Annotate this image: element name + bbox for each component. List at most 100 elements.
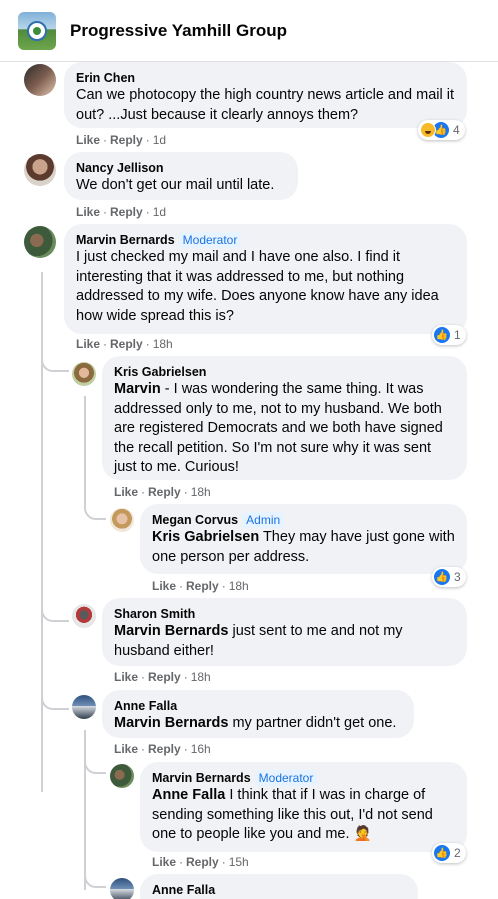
like-button[interactable]: Like <box>76 133 100 147</box>
comment-text: Marvin Bernards just sent to me and not … <box>114 622 455 661</box>
mention-link[interactable]: Kris Gabrielsen <box>152 529 259 545</box>
comment-author[interactable]: Megan Corvus <box>152 513 238 527</box>
reaction-summary[interactable]: 👍 3 <box>432 567 466 587</box>
group-title[interactable]: Progressive Yamhill Group <box>70 21 287 41</box>
avatar[interactable] <box>72 695 96 719</box>
comment-bubble: Sharon Smith Marvin Bernards just sent t… <box>102 598 467 666</box>
admin-badge: Admin <box>242 512 285 528</box>
reply-button[interactable]: Reply <box>148 742 181 756</box>
thread-connector <box>84 752 106 774</box>
comment-text: Can we photocopy the high country news a… <box>76 87 455 123</box>
like-icon: 👍 <box>434 569 450 585</box>
thread-connector <box>41 682 69 710</box>
thread-line <box>84 396 86 504</box>
comment-author[interactable]: Marvin Bernards <box>76 233 175 247</box>
comment-actions: Like · Reply · 18h <box>152 579 249 593</box>
like-button[interactable]: Like <box>152 579 176 593</box>
comment-bubble: Anne Falla Marvin Bernards my partner di… <box>102 690 414 738</box>
comment-timestamp[interactable]: 1d <box>153 133 166 147</box>
comment-bubble: Kris Gabrielsen Marvin - I was wondering… <box>102 356 467 480</box>
thread-connector <box>41 342 69 372</box>
comment-text: I just checked my mail and I have one al… <box>76 249 439 324</box>
comment-bubble: Marvin Bernards Moderator Anne Falla I th… <box>140 762 467 852</box>
reply-button[interactable]: Reply <box>148 670 181 684</box>
avatar[interactable] <box>110 508 134 532</box>
like-button[interactable]: Like <box>152 855 176 869</box>
comment-timestamp[interactable]: 1d <box>153 205 166 219</box>
avatar[interactable] <box>110 764 134 788</box>
like-button[interactable]: Like <box>76 337 100 351</box>
reaction-summary[interactable]: 👍 4 <box>418 120 465 140</box>
comment-timestamp[interactable]: 18h <box>153 337 173 351</box>
comment-author-line: Megan Corvus Admin <box>152 512 455 528</box>
comment-author[interactable]: Nancy Jellison <box>76 160 286 176</box>
comment-author[interactable]: Anne Falla <box>114 698 402 714</box>
reaction-count: 3 <box>454 570 461 584</box>
like-icon: 👍 <box>434 327 450 343</box>
like-button[interactable]: Like <box>114 742 138 756</box>
comment-author-line: Marvin Bernards Moderator <box>152 770 455 786</box>
reaction-summary[interactable]: 👍 1 <box>432 325 466 345</box>
mention-link[interactable]: Marvin Bernards <box>114 715 228 731</box>
reply-button[interactable]: Reply <box>148 485 181 499</box>
comment-bubble: Erin Chen Can we photocopy the high coun… <box>64 62 467 128</box>
comment-timestamp[interactable]: 18h <box>191 670 211 684</box>
thread-connector <box>84 492 106 520</box>
avatar[interactable] <box>24 226 56 258</box>
thread-connector <box>41 602 69 622</box>
reply-button[interactable]: Reply <box>110 133 143 147</box>
reaction-count: 2 <box>454 846 461 860</box>
comment-timestamp[interactable]: 15h <box>229 855 249 869</box>
comment-body: my partner didn't get one. <box>228 715 397 731</box>
reaction-summary[interactable]: 👍 2 <box>432 843 466 863</box>
comment-bubble: Megan Corvus Admin Kris Gabrielsen They m… <box>140 504 467 574</box>
comment-actions: Like · Reply · 18h <box>114 485 211 499</box>
comment-author[interactable]: Marvin Bernards <box>152 771 251 785</box>
comment-actions: Like · Reply · 1d <box>76 133 167 147</box>
mention-link[interactable]: Anne Falla <box>152 787 225 803</box>
avatar[interactable] <box>24 154 56 186</box>
reaction-count: 1 <box>454 328 461 342</box>
avatar[interactable] <box>72 362 96 386</box>
comment-timestamp[interactable]: 16h <box>191 742 211 756</box>
reply-button[interactable]: Reply <box>110 337 143 351</box>
comment-text: Marvin - I was wondering the same thing.… <box>114 380 455 478</box>
comment-author[interactable]: Sharon Smith <box>114 606 455 622</box>
comment-author[interactable]: Kris Gabrielsen <box>114 364 455 380</box>
avatar[interactable] <box>24 64 56 96</box>
reply-button[interactable]: Reply <box>186 855 219 869</box>
moderator-badge: Moderator <box>254 770 318 786</box>
mention-link[interactable]: Marvin <box>114 381 161 397</box>
group-header: Progressive Yamhill Group <box>0 0 498 62</box>
avatar[interactable] <box>110 878 134 899</box>
comment-actions: Like · Reply · 18h <box>76 337 173 351</box>
comment-body: - I was wondering the same thing. It was… <box>114 381 443 475</box>
comment-timestamp[interactable]: 18h <box>191 485 211 499</box>
comment-bubble: Marvin Bernards Moderator I just checked … <box>64 224 467 334</box>
reply-button[interactable]: Reply <box>110 205 143 219</box>
thread-connector <box>84 862 106 888</box>
comment-author[interactable]: Erin Chen <box>76 70 455 86</box>
mention-link[interactable]: Marvin Bernards <box>114 623 228 639</box>
reply-button[interactable]: Reply <box>186 579 219 593</box>
like-button[interactable]: Like <box>114 670 138 684</box>
comment-text: Anne Falla I think that if I was in char… <box>152 786 455 845</box>
group-avatar[interactable] <box>18 11 56 50</box>
comment-bubble: Anne Falla <box>140 874 418 899</box>
like-icon: 👍 <box>434 845 450 861</box>
comment-author-line: Marvin Bernards Moderator <box>76 232 455 248</box>
like-button[interactable]: Like <box>114 485 138 499</box>
comment-text: Kris Gabrielsen They may have just gone … <box>152 528 455 567</box>
comment-author[interactable]: Anne Falla <box>152 882 406 898</box>
haha-icon <box>420 122 436 138</box>
comment-actions: Like · Reply · 15h <box>152 855 249 869</box>
comment-actions: Like · Reply · 1d <box>76 205 167 219</box>
avatar[interactable] <box>72 604 96 628</box>
comment-timestamp[interactable]: 18h <box>229 579 249 593</box>
reaction-count: 4 <box>453 123 460 137</box>
comment-actions: Like · Reply · 16h <box>114 742 211 756</box>
moderator-badge: Moderator <box>178 232 242 248</box>
comment-bubble: Nancy Jellison We don't get our mail unt… <box>64 152 298 200</box>
comment-actions: Like · Reply · 18h <box>114 670 211 684</box>
like-button[interactable]: Like <box>76 205 100 219</box>
